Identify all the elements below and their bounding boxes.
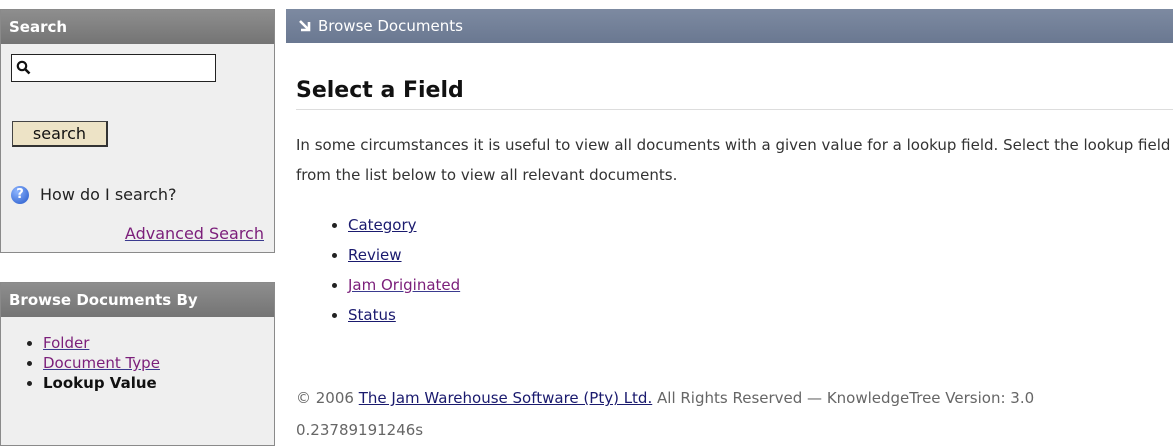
search-button[interactable]: search	[12, 121, 108, 147]
field-link-review[interactable]: Review	[348, 246, 402, 264]
browse-item-document-type: Document Type	[43, 353, 274, 373]
company-link[interactable]: The Jam Warehouse Software (Pty) Ltd.	[359, 389, 653, 407]
page-timing: 0.23789191246s	[296, 421, 424, 439]
copyright-text: © 2006	[296, 389, 354, 407]
footer: © 2006 The Jam Warehouse Software (Pty) …	[296, 382, 1034, 446]
browse-link-document-type[interactable]: Document Type	[43, 354, 160, 372]
list-item: Jam Originated	[348, 270, 1173, 300]
search-input[interactable]	[36, 57, 215, 81]
browse-current-lookup-value: Lookup Value	[43, 374, 157, 392]
field-link-category[interactable]: Category	[348, 216, 417, 234]
browse-list: Folder Document Type Lookup Value	[1, 333, 274, 393]
breadcrumb[interactable]: Browse Documents	[318, 9, 463, 43]
search-help-text[interactable]: How do I search?	[40, 185, 176, 204]
help-icon[interactable]: ?	[11, 185, 29, 204]
browse-link-folder[interactable]: Folder	[43, 334, 89, 352]
browse-portlet-header: Browse Documents By	[1, 282, 274, 317]
sidebar: Search search ? How do I search? Advance…	[0, 0, 275, 446]
field-link-jam-originated[interactable]: Jam Originated	[348, 276, 460, 294]
rights-text: All Rights Reserved — KnowledgeTree Vers…	[657, 389, 1035, 407]
page-title: Select a Field	[296, 78, 1173, 110]
search-icon	[16, 60, 31, 75]
search-input-box[interactable]	[11, 54, 216, 82]
main-content: Browse Documents Select a Field In some …	[286, 9, 1173, 330]
field-link-status[interactable]: Status	[348, 306, 396, 324]
footer-line: © 2006 The Jam Warehouse Software (Pty) …	[296, 382, 1034, 414]
browse-item-lookup-value: Lookup Value	[43, 373, 274, 393]
list-item: Status	[348, 300, 1173, 330]
browse-portlet: Browse Documents By Folder Document Type…	[0, 282, 275, 446]
search-portlet: Search search ? How do I search? Advance…	[0, 9, 275, 253]
browse-item-folder: Folder	[43, 333, 274, 353]
breadcrumb-bar: Browse Documents	[286, 9, 1173, 43]
advanced-search-link[interactable]: Advanced Search	[125, 224, 264, 243]
arrow-down-right-icon	[299, 20, 311, 32]
search-portlet-header: Search	[1, 9, 274, 44]
intro-text: In some circumstances it is useful to vi…	[296, 136, 1171, 184]
search-help[interactable]: ? How do I search?	[11, 185, 176, 204]
field-list: Category Review Jam Originated Status	[286, 210, 1173, 330]
list-item: Review	[348, 240, 1173, 270]
list-item: Category	[348, 210, 1173, 240]
